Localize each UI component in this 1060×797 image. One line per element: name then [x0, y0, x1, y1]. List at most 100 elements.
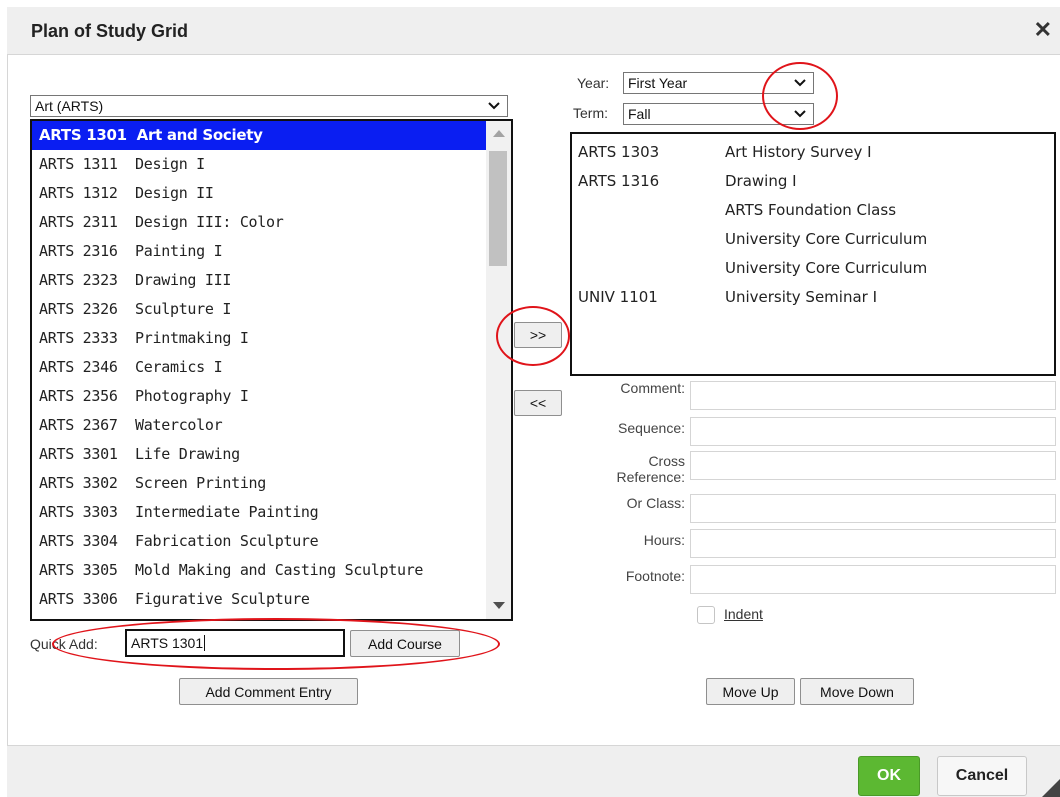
- department-select-value: Art (ARTS): [35, 98, 104, 114]
- chevron-down-icon: [488, 102, 500, 110]
- course-title: Watercolor: [135, 416, 223, 434]
- course-title: Sculpture I: [135, 300, 232, 318]
- year-select[interactable]: First Year: [623, 72, 814, 94]
- sequence-label: Sequence:: [618, 420, 685, 436]
- scrollbar[interactable]: [486, 121, 511, 619]
- indent-checkbox[interactable]: [697, 606, 715, 624]
- add-course-button[interactable]: Add Course: [350, 630, 460, 657]
- cross-reference-input[interactable]: [690, 451, 1056, 480]
- ok-button[interactable]: OK: [858, 756, 920, 796]
- add-comment-entry-button[interactable]: Add Comment Entry: [179, 678, 358, 705]
- term-course-list[interactable]: ARTS 1303 Art History Survey I ARTS 1316 Dr…: [570, 132, 1056, 376]
- dialog-border: [7, 55, 8, 745]
- course-title: Photography I: [135, 387, 249, 405]
- course-list-item[interactable]: ARTS 2346 Ceramics I: [32, 353, 511, 382]
- term-course-row[interactable]: ARTS 1316 Drawing I: [578, 167, 1048, 196]
- term-course-row[interactable]: University Core Curriculum: [578, 254, 1048, 283]
- course-code: ARTS 3302: [39, 474, 118, 492]
- course-code: ARTS 3301: [39, 445, 118, 463]
- course-list-item[interactable]: ARTS 2333 Printmaking I: [32, 324, 511, 353]
- term-course-row[interactable]: ARTS 1303 Art History Survey I: [578, 138, 1048, 167]
- course-code: ARTS 2326: [39, 300, 118, 318]
- course-title: Figurative Sculpture: [135, 590, 310, 608]
- course-code: ARTS 2333: [39, 329, 118, 347]
- course-title: Drawing III: [135, 271, 232, 289]
- move-down-button[interactable]: Move Down: [800, 678, 914, 705]
- course-title: Design II: [135, 184, 214, 202]
- term-label: Term:: [573, 105, 608, 121]
- course-list-item[interactable]: ARTS 2311 Design III: Color: [32, 208, 511, 237]
- quick-add-input[interactable]: ARTS 1301: [125, 629, 345, 657]
- course-title: Printmaking I: [135, 329, 249, 347]
- quick-add-label: Quick Add:: [30, 636, 98, 652]
- dialog-title: Plan of Study Grid: [31, 21, 189, 41]
- hours-label: Hours:: [643, 532, 685, 548]
- chevron-down-icon: [794, 79, 806, 87]
- course-code: ARTS 2367: [39, 416, 118, 434]
- term-course-row[interactable]: ARTS Foundation Class: [578, 196, 1048, 225]
- course-list[interactable]: ARTS 1301 Art and Society ARTS 1311 Desig…: [30, 119, 513, 621]
- course-title: Design III: Color: [135, 213, 284, 231]
- term-course-code: ARTS 1303: [578, 143, 660, 161]
- course-code: ARTS 1301: [39, 126, 127, 144]
- course-list-item[interactable]: ARTS 3303 Intermediate Painting: [32, 498, 511, 527]
- course-list-item[interactable]: ARTS 1301 Art and Society: [32, 121, 511, 150]
- or-class-input[interactable]: [690, 494, 1056, 523]
- course-list-item[interactable]: ARTS 1312 Design II: [32, 179, 511, 208]
- term-course-title: University Core Curriculum: [725, 259, 928, 277]
- hours-input[interactable]: [690, 529, 1056, 558]
- course-list-item[interactable]: ARTS 2356 Photography I: [32, 382, 511, 411]
- chevron-down-icon: [794, 110, 806, 118]
- course-list-item[interactable]: ARTS 1311 Design I: [32, 150, 511, 179]
- quick-add-value: ARTS 1301: [131, 635, 204, 651]
- term-course-title: Art History Survey I: [725, 143, 872, 161]
- sequence-input[interactable]: [690, 417, 1056, 446]
- term-course-title: Drawing I: [725, 172, 797, 190]
- course-list-item[interactable]: ARTS 2316 Painting I: [32, 237, 511, 266]
- course-title: Intermediate Painting: [135, 503, 319, 521]
- course-title: Ceramics I: [135, 358, 223, 376]
- scroll-down-icon[interactable]: [493, 602, 505, 609]
- department-select[interactable]: Art (ARTS): [30, 95, 508, 117]
- comment-label: Comment:: [620, 380, 685, 396]
- course-title: Painting I: [135, 242, 223, 260]
- course-code: ARTS 1311: [39, 155, 118, 173]
- course-title: Mold Making and Casting Sculpture: [135, 561, 424, 579]
- year-label: Year:: [577, 75, 610, 91]
- course-items: ARTS 1301 Art and Society ARTS 1311 Desig…: [32, 121, 511, 614]
- term-course-row[interactable]: UNIV 1101 University Seminar I: [578, 283, 1048, 312]
- course-list-item[interactable]: ARTS 3302 Screen Printing: [32, 469, 511, 498]
- term-course-code: UNIV 1101: [578, 288, 658, 306]
- course-list-item[interactable]: ARTS 3306 Figurative Sculpture: [32, 585, 511, 614]
- footnote-input[interactable]: [690, 565, 1056, 594]
- move-up-button[interactable]: Move Up: [706, 678, 795, 705]
- course-code: ARTS 3303: [39, 503, 118, 521]
- course-list-item[interactable]: ARTS 2323 Drawing III: [32, 266, 511, 295]
- scroll-up-icon[interactable]: [493, 130, 505, 137]
- comment-input[interactable]: [690, 381, 1056, 410]
- course-code: ARTS 2323: [39, 271, 118, 289]
- course-code: ARTS 3305: [39, 561, 118, 579]
- close-icon[interactable]: ✕: [1034, 17, 1052, 43]
- course-list-item[interactable]: ARTS 3305 Mold Making and Casting Sculpt…: [32, 556, 511, 585]
- course-title: Design I: [135, 155, 205, 173]
- scroll-thumb[interactable]: [489, 151, 507, 266]
- indent-label: Indent: [724, 606, 763, 622]
- year-select-value: First Year: [628, 75, 688, 91]
- cancel-button[interactable]: Cancel: [937, 756, 1027, 796]
- course-code: ARTS 2356: [39, 387, 118, 405]
- add-to-term-button[interactable]: >>: [514, 322, 562, 348]
- course-list-item[interactable]: ARTS 2367 Watercolor: [32, 411, 511, 440]
- course-list-item[interactable]: ARTS 3304 Fabrication Sculpture: [32, 527, 511, 556]
- cross-reference-label-2: Reference:: [616, 469, 685, 485]
- course-list-item[interactable]: ARTS 3301 Life Drawing: [32, 440, 511, 469]
- footnote-label: Footnote:: [625, 568, 685, 584]
- resize-grip-icon[interactable]: [1042, 779, 1060, 797]
- course-list-item[interactable]: ARTS 2326 Sculpture I: [32, 295, 511, 324]
- remove-from-term-button[interactable]: <<: [514, 390, 562, 416]
- course-title: Fabrication Sculpture: [135, 532, 319, 550]
- course-code: ARTS 2316: [39, 242, 118, 260]
- term-select[interactable]: Fall: [623, 103, 814, 125]
- course-code: ARTS 2311: [39, 213, 118, 231]
- term-course-row[interactable]: University Core Curriculum: [578, 225, 1048, 254]
